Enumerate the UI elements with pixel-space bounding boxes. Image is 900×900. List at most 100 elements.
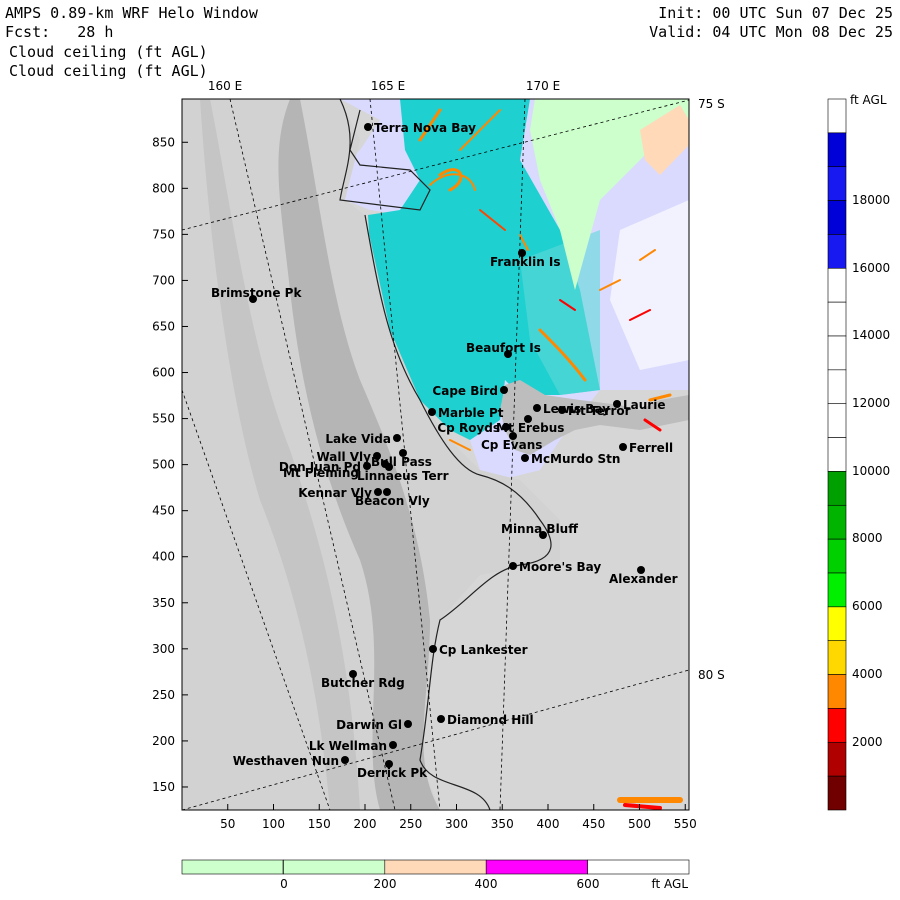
- lat-label-lat80: 80 S: [698, 668, 725, 682]
- colorbar-right-label: 14000: [852, 328, 890, 342]
- lat-label-lat75: 75 S: [698, 97, 725, 111]
- colorbar-right-bin: [827, 741, 847, 777]
- y-tick-label: 450: [152, 504, 175, 518]
- place-marker-terra_nova_bay: [364, 123, 372, 131]
- y-tick-label: 650: [152, 319, 175, 333]
- colorbar-bottom-bin: [485, 859, 588, 875]
- colorbar-bottom-label: 0: [280, 877, 288, 891]
- colorbar-bottom-unit: ft AGL: [651, 877, 688, 891]
- colorbar-bottom-label: 600: [577, 877, 600, 891]
- place-marker-cp_lankester: [429, 645, 437, 653]
- colorbar-bottom-label: 200: [374, 877, 397, 891]
- place-label-mt_erebus: Mt Erebus: [496, 421, 564, 435]
- place-label-marble_pt: Marble Pt: [438, 406, 504, 420]
- x-tick-label: 200: [354, 817, 377, 831]
- colorbar-right-label: 10000: [852, 464, 890, 478]
- colorbar-right-bin: [827, 606, 847, 642]
- colorbar-right-bin: [827, 301, 847, 337]
- place-marker-lake_vida: [393, 434, 401, 442]
- x-tick-label: 250: [399, 817, 422, 831]
- place-label-mt_fleming: Mt Fleming: [283, 466, 359, 480]
- place-label-ferrell: Ferrell: [629, 441, 673, 455]
- place-label-lk_wellman: Lk Wellman: [309, 739, 387, 753]
- x-tick-label: 150: [308, 817, 331, 831]
- place-marker-ferrell: [619, 443, 627, 451]
- colorbar-bottom-bin: [283, 859, 386, 875]
- colorbar-bottom-bin: [587, 859, 690, 875]
- place-marker-mcmurdo_stn: [521, 454, 529, 462]
- place-label-mt_terror: Mt Terror: [568, 404, 631, 418]
- colorbar-right-bin: [827, 708, 847, 743]
- y-tick-label: 300: [152, 642, 175, 656]
- colorbar-right-bin: [827, 98, 847, 134]
- colorbar-right-label: 8000: [852, 531, 883, 545]
- colorbar-right-bin: [827, 640, 847, 675]
- y-tick-label: 600: [152, 366, 175, 380]
- x-tick-label: 350: [491, 817, 514, 831]
- colorbar-right-bin: [827, 538, 847, 574]
- place-marker-darwin_gl: [404, 720, 412, 728]
- y-tick-label: 750: [152, 227, 175, 241]
- x-tick-label: 500: [628, 817, 651, 831]
- colorbar-right-bin: [827, 369, 847, 405]
- y-tick-label: 350: [152, 596, 175, 610]
- colorbar-right-bin: [827, 471, 847, 506]
- x-tick-label: 100: [262, 817, 285, 831]
- y-tick-label: 500: [152, 458, 175, 472]
- colorbar-bottom-bin: [384, 859, 487, 875]
- place-marker-marble_pt: [428, 408, 436, 416]
- y-tick-label: 250: [152, 688, 175, 702]
- place-label-beaufort_is: Beaufort Is: [466, 341, 541, 355]
- colorbar-right-bin: [827, 234, 847, 269]
- colorbar-right-bin: [827, 403, 847, 438]
- colorbar-bottom: 0 200 400 600 ft AGL: [181, 859, 690, 891]
- colorbar-right-label: 12000: [852, 396, 890, 410]
- colorbar-right-bin: [827, 674, 847, 709]
- place-marker-lewis_bay: [533, 404, 541, 412]
- x-tick-label: 50: [220, 817, 235, 831]
- colorbar-right-bin: [827, 132, 847, 168]
- place-label-cp_royds: Cp Royds: [437, 421, 500, 435]
- place-label-bull_pass: Bull Pass: [371, 455, 432, 469]
- place-label-derrick_pk: Derrick Pk: [357, 766, 428, 780]
- ceiling-map: Terra Nova Bay Franklin Is Brimstone Pk Bea…: [152, 79, 890, 891]
- place-label-moores_bay: Moore's Bay: [519, 560, 601, 574]
- colorbar-right-label: 4000: [852, 667, 883, 681]
- colorbar-bottom-bin: [181, 859, 284, 875]
- x-tick-label: 400: [537, 817, 560, 831]
- colorbar-right-bin: [827, 267, 847, 303]
- colorbar-right: ft AGL 18000 16000 14000 12000 10000 8000 6000 4…: [827, 93, 890, 811]
- y-axis-ticks: 850 800 750 700 650 600 550 500 450 400 350 300 250 2…: [152, 135, 188, 794]
- y-tick-label: 400: [152, 550, 175, 564]
- colorbar-bottom-label: 400: [475, 877, 498, 891]
- colorbar-right-label: 16000: [852, 261, 890, 275]
- place-label-franklin_is: Franklin Is: [490, 255, 561, 269]
- place-marker-diamond_hill: [437, 715, 445, 723]
- place-label-diamond_hill: Diamond Hill: [447, 713, 534, 727]
- place-label-cp_evans: Cp Evans: [481, 438, 542, 452]
- place-label-lake_vida: Lake Vida: [325, 432, 391, 446]
- lon-label-lon170: 170 E: [526, 79, 560, 93]
- colorbar-right-label: 18000: [852, 193, 890, 207]
- place-label-mcmurdo_stn: McMurdo Stn: [531, 452, 620, 466]
- place-label-brimstone_pk: Brimstone Pk: [211, 286, 302, 300]
- y-tick-label: 550: [152, 412, 175, 426]
- place-label-alexander: Alexander: [609, 572, 678, 586]
- place-label-terra_nova_bay: Terra Nova Bay: [374, 121, 476, 135]
- place-label-darwin_gl: Darwin Gl: [336, 718, 402, 732]
- y-tick-label: 850: [152, 135, 175, 149]
- place-marker-mt_terror: [558, 406, 566, 414]
- colorbar-right-bin: [827, 775, 847, 811]
- x-tick-label: 550: [674, 817, 697, 831]
- colorbar-right-bin: [827, 200, 847, 235]
- place-label-cape_bird: Cape Bird: [432, 384, 498, 398]
- lon-label-lon160: 160 E: [208, 79, 242, 93]
- place-marker-moores_bay: [509, 562, 517, 570]
- x-tick-label: 450: [582, 817, 605, 831]
- lon-label-lon165: 165 E: [371, 79, 405, 93]
- colorbar-right-label: 2000: [852, 735, 883, 749]
- place-marker-lk_wellman: [389, 741, 397, 749]
- y-tick-label: 200: [152, 734, 175, 748]
- colorbar-right-bin: [827, 572, 847, 608]
- place-marker-cape_bird: [500, 386, 508, 394]
